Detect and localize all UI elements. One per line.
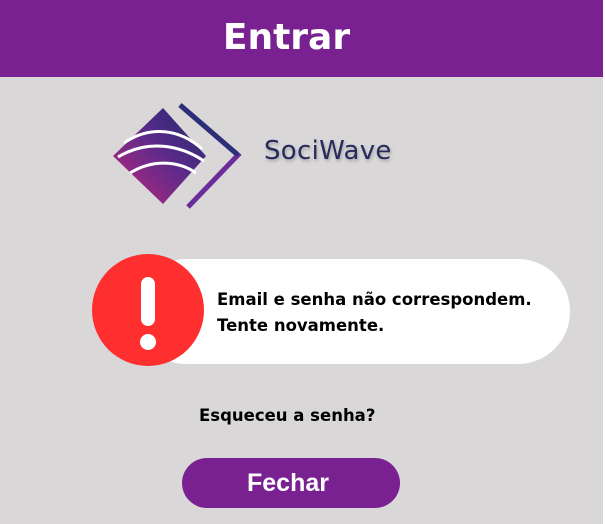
sociwave-logo-icon bbox=[110, 103, 242, 210]
page-title: Entrar bbox=[222, 17, 351, 58]
exclamation-bar bbox=[141, 277, 155, 326]
error-message-line-2: Tente novamente. bbox=[217, 316, 385, 335]
exclamation-icon bbox=[92, 254, 204, 366]
header-bar: Entrar bbox=[0, 0, 603, 77]
forgot-password-link[interactable]: Esqueceu a senha? bbox=[199, 404, 375, 428]
close-button[interactable]: Fechar bbox=[182, 458, 400, 508]
error-message-line-1: Email e senha não correspondem. bbox=[217, 290, 532, 309]
exclamation-dot bbox=[140, 334, 156, 350]
brand-name: SociWave bbox=[264, 136, 392, 166]
error-message: Email e senha não correspondem. Tente no… bbox=[217, 287, 567, 339]
login-dialog: Entrar SociWave Email e senha não corres… bbox=[0, 0, 605, 524]
